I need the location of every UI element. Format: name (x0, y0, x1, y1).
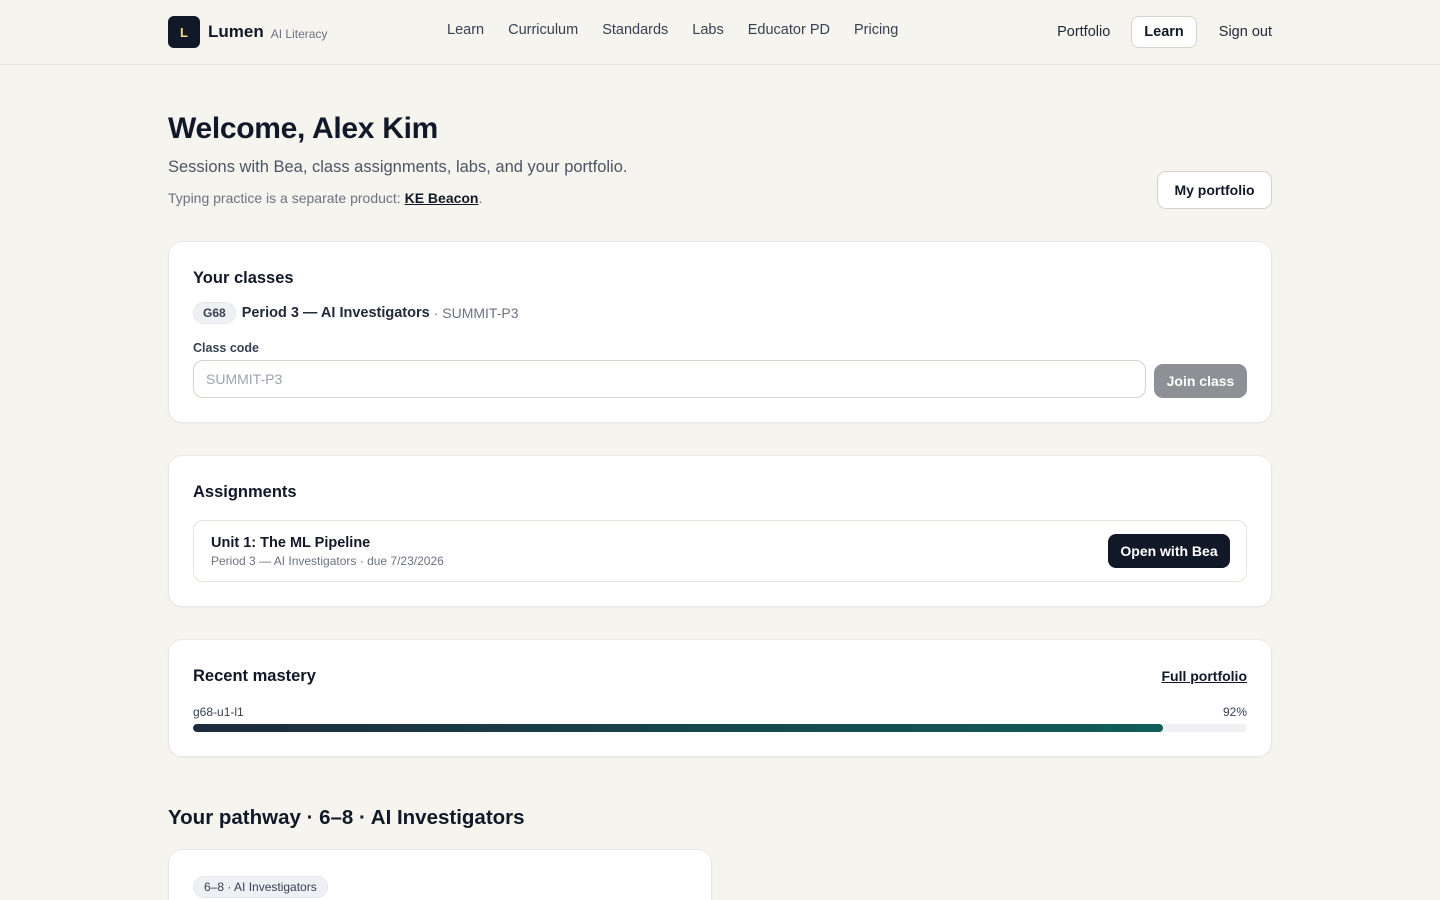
mastery-progress-track (193, 724, 1247, 732)
note-suffix: . (478, 190, 483, 206)
main-nav: Learn Curriculum Standards Labs Educator… (447, 22, 922, 38)
join-class-button[interactable]: Join class (1154, 364, 1247, 398)
brand-name: Lumen (208, 22, 264, 41)
assignment-item: Unit 1: The ML Pipeline Period 3 — AI In… (193, 520, 1247, 582)
page-title: Welcome, Alex Kim (168, 112, 438, 145)
assignment-meta: Period 3 — AI Investigators · due 7/23/2… (211, 554, 444, 568)
note-prefix: Typing practice is a separate product: (168, 190, 405, 206)
nav-portfolio[interactable]: Portfolio (1057, 24, 1110, 40)
page-subtitle: Sessions with Bea, class assignments, la… (168, 158, 628, 176)
class-code-label: Class code (193, 341, 260, 355)
grade-badge: G68 (193, 302, 236, 324)
class-code-inline: · SUMMIT-P3 (433, 305, 519, 321)
assignments-card: Assignments Unit 1: The ML Pipeline Peri… (168, 455, 1272, 607)
nav-learn-active-button[interactable]: Learn (1131, 16, 1197, 48)
classes-title: Your classes (193, 269, 294, 287)
nav-educator-pd[interactable]: Educator PD (748, 22, 830, 38)
account-nav: Portfolio Learn Sign out (1057, 16, 1272, 48)
pathway-card[interactable]: 6–8 · AI Investigators (168, 849, 712, 900)
assignment-title: Unit 1: The ML Pipeline (211, 535, 371, 551)
classes-card: Your classes G68 Period 3 — AI Investiga… (168, 241, 1272, 423)
mastery-title: Recent mastery (193, 667, 316, 685)
nav-curriculum[interactable]: Curriculum (508, 22, 578, 38)
ke-beacon-link[interactable]: KE Beacon (405, 190, 479, 206)
brand[interactable]: L Lumen AI Literacy (168, 16, 327, 48)
mastery-card: Recent mastery Full portfolio g68-u1-l1 … (168, 639, 1272, 757)
mastery-progress-fill (193, 724, 1163, 732)
open-with-bea-button[interactable]: Open with Bea (1108, 534, 1230, 568)
pathway-badge: 6–8 · AI Investigators (193, 876, 328, 898)
top-nav-bar: L Lumen AI Literacy Learn Curriculum Sta… (0, 0, 1440, 65)
pathway-title: Your pathway · 6–8 · AI Investigators (168, 806, 525, 829)
nav-pricing[interactable]: Pricing (854, 22, 898, 38)
nav-learn[interactable]: Learn (447, 22, 484, 38)
sign-out-link[interactable]: Sign out (1219, 24, 1272, 40)
class-entry: G68 Period 3 — AI Investigators · SUMMIT… (193, 302, 518, 324)
class-name: Period 3 — AI Investigators (241, 305, 430, 321)
mastery-skill-label: g68-u1-l1 (193, 705, 244, 719)
typing-practice-note: Typing practice is a separate product: K… (168, 190, 482, 206)
nav-standards[interactable]: Standards (602, 22, 668, 38)
brand-subtitle: AI Literacy (270, 26, 328, 41)
class-code-input[interactable] (193, 360, 1146, 398)
nav-labs[interactable]: Labs (692, 22, 723, 38)
my-portfolio-button[interactable]: My portfolio (1157, 171, 1272, 209)
full-portfolio-link[interactable]: Full portfolio (1161, 668, 1247, 684)
mastery-percent: 92% (1222, 705, 1247, 719)
brand-logo-icon: L (168, 16, 200, 48)
assignments-title: Assignments (193, 483, 297, 501)
